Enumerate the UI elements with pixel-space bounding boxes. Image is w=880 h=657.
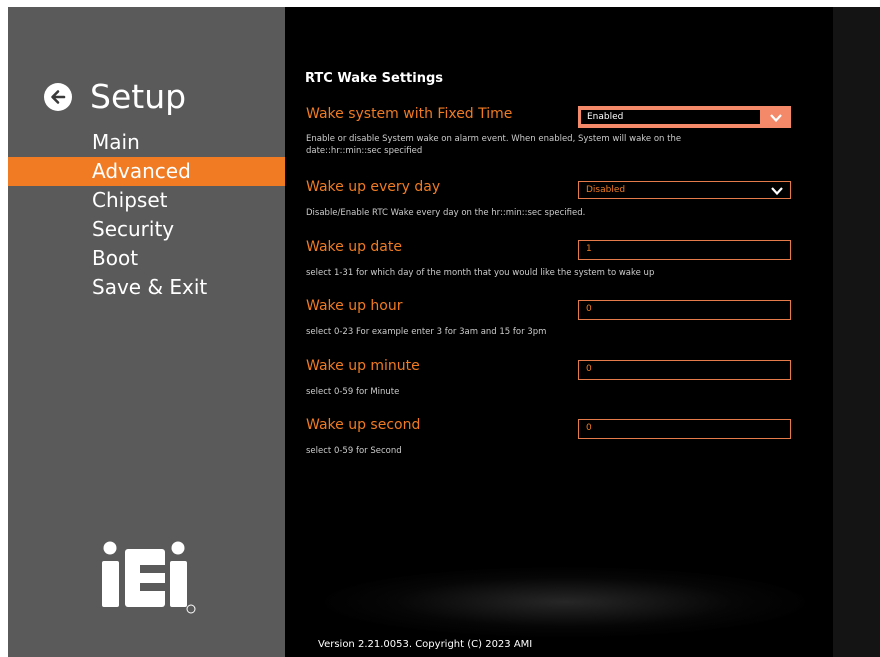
nav-chipset[interactable]: Chipset <box>8 186 285 215</box>
wake-date-help: select 1-31 for which day of the month t… <box>306 268 655 278</box>
version-info: Version 2.21.0053. Copyright (C) 2023 AM… <box>318 639 533 650</box>
setup-nav: Main Advanced Chipset Security Boot Save… <box>8 128 285 302</box>
wake-every-day-dropdown[interactable]: Disabled <box>578 181 791 199</box>
wake-every-day-label: Wake up every day <box>306 179 441 195</box>
wake-second-help: select 0-59 for Second <box>306 446 402 456</box>
nav-save-exit[interactable]: Save & Exit <box>8 273 285 302</box>
setup-title: Setup <box>90 77 187 116</box>
wake-fixed-time-dropdown[interactable]: Enabled <box>578 106 791 128</box>
wake-hour-help: select 0-23 For example enter 3 for 3am … <box>306 327 547 337</box>
chevron-down-icon <box>771 187 783 196</box>
wake-second-label: Wake up second <box>306 417 421 433</box>
right-edge-panel <box>833 7 880 657</box>
wake-hour-label: Wake up hour <box>306 298 403 314</box>
wake-fixed-time-help: Enable or disable System wake on alarm e… <box>306 134 682 156</box>
wake-every-day-help: Disable/Enable RTC Wake every day on the… <box>306 208 586 218</box>
wake-fixed-time-label: Wake system with Fixed Time <box>306 106 513 122</box>
wake-date-label: Wake up date <box>306 239 402 255</box>
nav-security[interactable]: Security <box>8 215 285 244</box>
nav-boot[interactable]: Boot <box>8 244 285 273</box>
sidebar: Setup Main Advanced Chipset Security Boo… <box>8 7 285 657</box>
settings-panel: RTC Wake Settings Wake system with Fixed… <box>285 7 833 657</box>
section-title: RTC Wake Settings <box>305 71 444 86</box>
wake-every-day-value: Disabled <box>586 185 626 195</box>
wake-minute-help: select 0-59 for Minute <box>306 387 400 397</box>
back-arrow-icon[interactable] <box>44 83 72 111</box>
wake-date-input[interactable]: 1 <box>578 240 791 260</box>
iei-logo <box>102 541 196 614</box>
wake-second-input[interactable]: 0 <box>578 419 791 439</box>
wake-hour-input[interactable]: 0 <box>578 300 791 320</box>
nav-advanced[interactable]: Advanced <box>8 157 285 186</box>
chevron-down-icon <box>770 114 782 123</box>
wake-fixed-time-value: Enabled <box>581 110 760 124</box>
decorative-glow <box>325 567 805 637</box>
nav-main[interactable]: Main <box>8 128 285 157</box>
wake-minute-input[interactable]: 0 <box>578 360 791 380</box>
back-control[interactable]: Setup <box>44 77 186 117</box>
wake-minute-label: Wake up minute <box>306 358 420 374</box>
